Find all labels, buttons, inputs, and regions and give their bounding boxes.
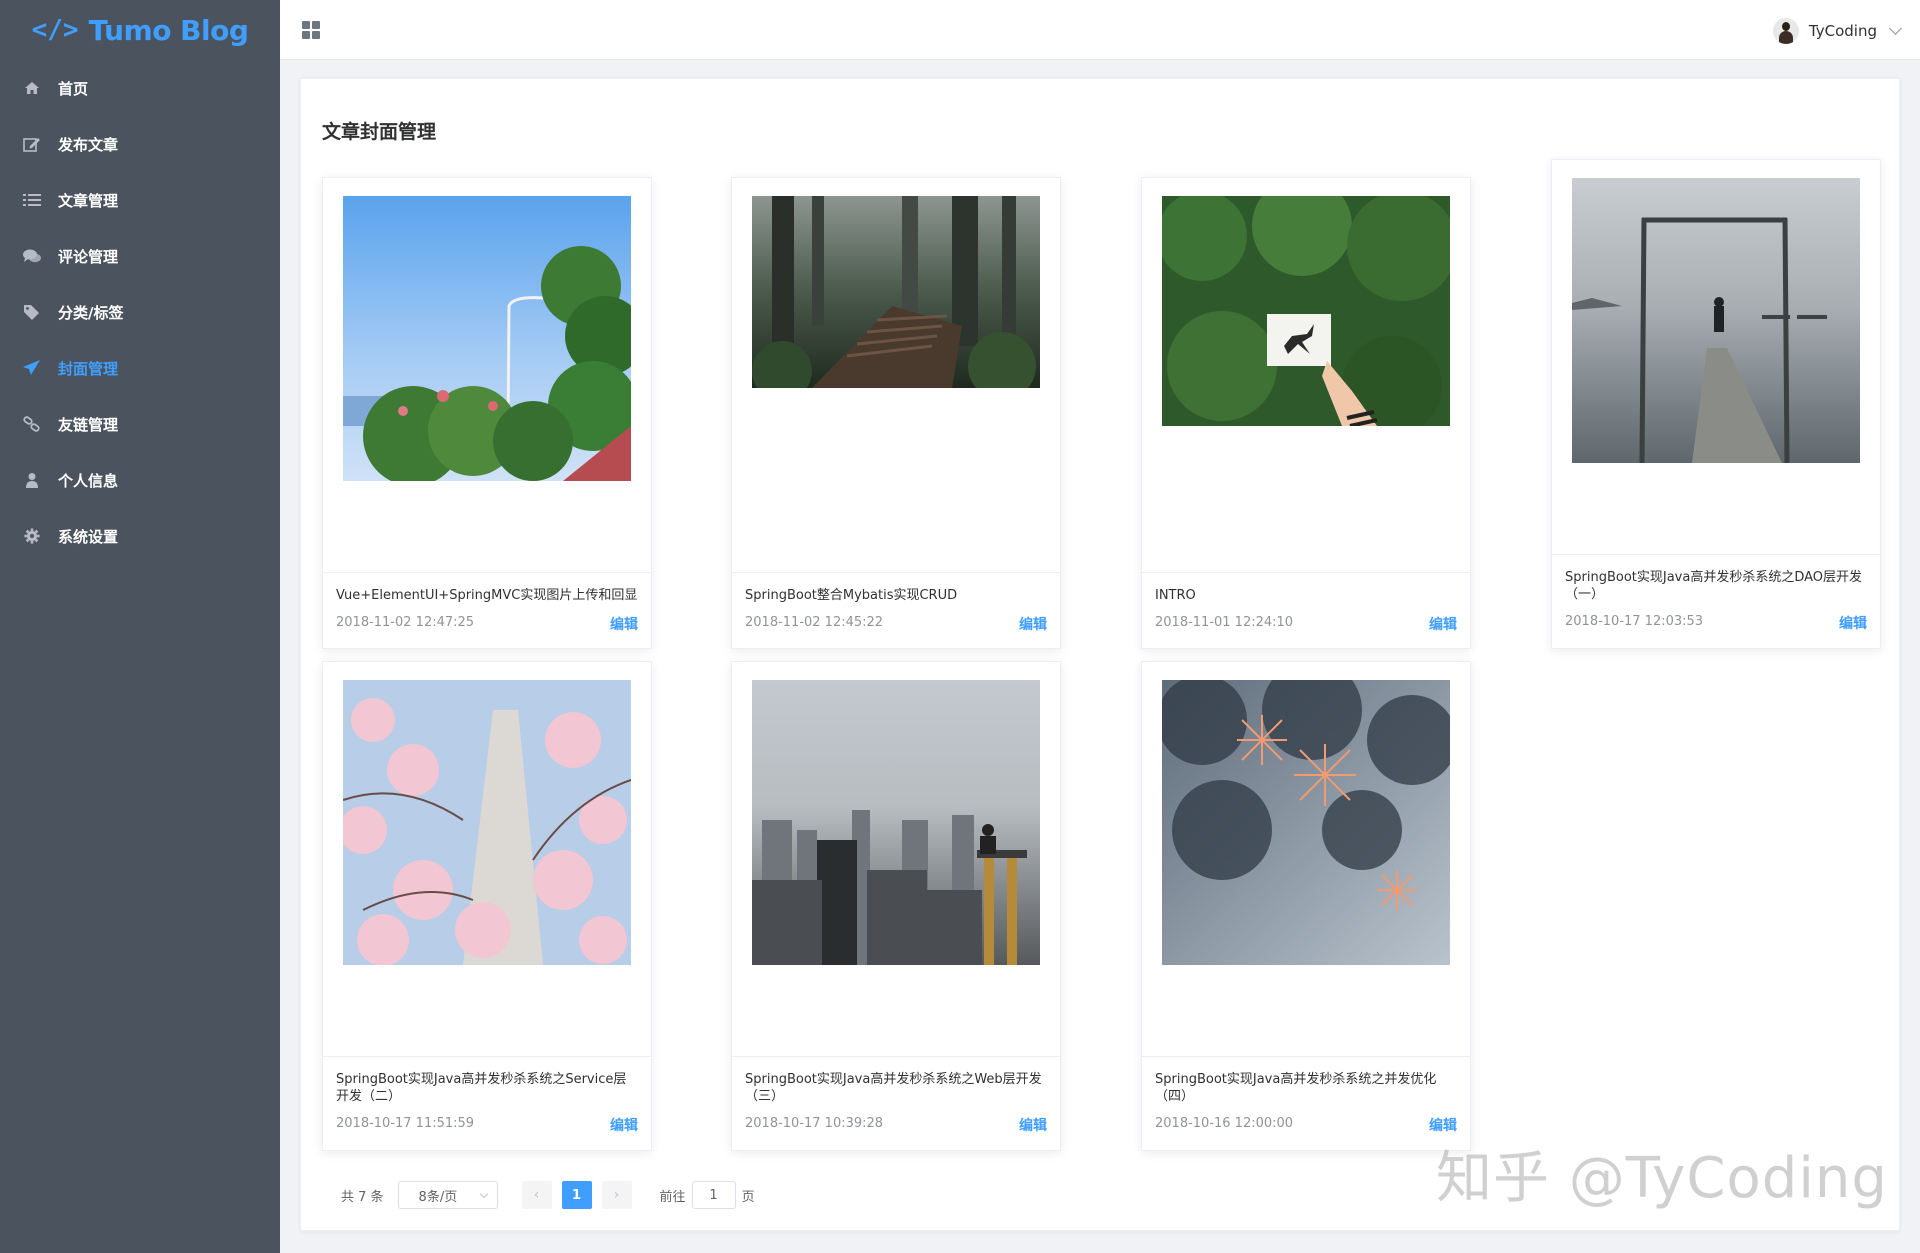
card-date: 2018-10-17 10:39:28 [745, 1116, 884, 1131]
sidebar-item-label: 首页 [58, 79, 89, 98]
sidebar-item-links[interactable]: 友链管理 [0, 396, 280, 452]
cover-card: Vue+ElementUI+SpringMVC实现图片上传和回显 2018-11… [322, 177, 652, 649]
sidebar-item-label: 友链管理 [58, 415, 119, 434]
cover-card: SpringBoot整合Mybatis实现CRUD 2018-11-02 12:… [731, 177, 1061, 649]
cover-image[interactable] [343, 196, 631, 481]
edit-button[interactable]: 编辑 [1019, 1115, 1047, 1135]
card-info: SpringBoot实现Java高并发秒杀系统之并发优化（四） 2018-10-… [1142, 1056, 1470, 1150]
jump-label: 前往 [659, 1189, 686, 1205]
cover-image[interactable] [752, 196, 1040, 388]
cover-image[interactable] [752, 680, 1040, 965]
gear-icon [22, 526, 42, 546]
jump-page-input[interactable] [691, 1181, 736, 1209]
pagination-total: 共 7 条 [341, 1189, 384, 1205]
list-icon [22, 190, 42, 210]
pagination: 共 7 条 8条/页 ‹ 1 › 前往 页 [341, 1181, 755, 1209]
cover-image[interactable] [1162, 680, 1450, 965]
avatar [1772, 18, 1799, 44]
card-title: SpringBoot实现Java高并发秒杀系统之Web层开发（三） [745, 1072, 1042, 1104]
sidebar-menu: 首页 发布文章 文章管理 评论管理 分类/标签 封面管理 友链管理 个人信息 系… [0, 60, 280, 564]
collapse-menu-icon[interactable] [302, 21, 320, 39]
card-title: INTRO [1155, 588, 1196, 603]
card-title: SpringBoot整合Mybatis实现CRUD [745, 588, 958, 603]
sidebar: </> Tumo Blog 首页 发布文章 文章管理 评论管理 分类/标签 封面… [0, 0, 280, 1253]
sidebar-item-label: 文章管理 [58, 191, 119, 210]
app-title: Tumo Blog [88, 13, 249, 47]
sidebar-item-label: 个人信息 [58, 471, 119, 490]
card-info: SpringBoot实现Java高并发秒杀系统之Service层开发（二） 20… [323, 1056, 651, 1150]
chevron-down-icon [479, 1189, 488, 1198]
card-info: SpringBoot整合Mybatis实现CRUD 2018-11-02 12:… [732, 572, 1060, 648]
link-icon [22, 414, 42, 434]
edit-button[interactable]: 编辑 [1019, 614, 1047, 634]
card-title: SpringBoot实现Java高并发秒杀系统之并发优化（四） [1155, 1072, 1437, 1104]
edit-button[interactable]: 编辑 [610, 1115, 638, 1135]
logo[interactable]: </> Tumo Blog [0, 0, 280, 60]
sidebar-item-label: 封面管理 [58, 359, 119, 378]
user-icon [22, 470, 42, 490]
card-info: SpringBoot实现Java高并发秒杀系统之DAO层开发（一） 2018-1… [1552, 554, 1880, 648]
sidebar-item-home[interactable]: 首页 [0, 60, 280, 116]
card-info: INTRO 2018-11-01 12:24:10 编辑 [1142, 572, 1470, 648]
sidebar-item-label: 评论管理 [58, 247, 119, 266]
page-title: 文章封面管理 [322, 121, 437, 143]
cover-management-panel: 文章封面管理 Vue+ElementUI+SpringMVC实现图片上传和回显 … [300, 78, 1900, 1231]
card-date: 2018-10-17 11:51:59 [336, 1116, 475, 1131]
chevron-down-icon [1889, 22, 1902, 35]
card-date: 2018-11-01 12:24:10 [1155, 615, 1294, 630]
code-icon: </> [31, 15, 79, 45]
send-icon [22, 358, 42, 378]
edit-button[interactable]: 编辑 [1429, 614, 1457, 634]
card-title: SpringBoot实现Java高并发秒杀系统之DAO层开发（一） [1565, 570, 1863, 602]
tags-icon [22, 302, 42, 322]
sidebar-item-profile[interactable]: 个人信息 [0, 452, 280, 508]
card-date: 2018-10-16 12:00:00 [1155, 1116, 1294, 1131]
sidebar-item-settings[interactable]: 系统设置 [0, 508, 280, 564]
cover-card: SpringBoot实现Java高并发秒杀系统之并发优化（四） 2018-10-… [1141, 661, 1471, 1151]
cover-image[interactable] [1162, 196, 1450, 426]
comments-icon [22, 246, 42, 266]
card-date: 2018-11-02 12:47:25 [336, 615, 475, 630]
edit-button[interactable]: 编辑 [1429, 1115, 1457, 1135]
sidebar-item-comments[interactable]: 评论管理 [0, 228, 280, 284]
cover-card: SpringBoot实现Java高并发秒杀系统之Service层开发（二） 20… [322, 661, 652, 1151]
sidebar-item-covers[interactable]: 封面管理 [0, 340, 280, 396]
prev-page-button[interactable]: ‹ [521, 1181, 552, 1209]
card-date: 2018-10-17 12:03:53 [1565, 614, 1704, 629]
card-title: SpringBoot实现Java高并发秒杀系统之Service层开发（二） [336, 1072, 627, 1104]
card-info: SpringBoot实现Java高并发秒杀系统之Web层开发（三） 2018-1… [732, 1056, 1060, 1150]
card-info: Vue+ElementUI+SpringMVC实现图片上传和回显 2018-11… [323, 572, 651, 648]
sidebar-item-articles[interactable]: 文章管理 [0, 172, 280, 228]
cover-card: SpringBoot实现Java高并发秒杀系统之Web层开发（三） 2018-1… [731, 661, 1061, 1151]
card-date: 2018-11-02 12:45:22 [745, 615, 884, 630]
card-title: Vue+ElementUI+SpringMVC实现图片上传和回显 [336, 588, 638, 603]
cover-image[interactable] [343, 680, 631, 965]
page-size-value: 8条/页 [418, 1189, 458, 1205]
home-icon [22, 78, 42, 98]
top-header: TyCoding [280, 0, 1920, 60]
page-size-select[interactable]: 8条/页 [397, 1181, 498, 1209]
sidebar-item-categories[interactable]: 分类/标签 [0, 284, 280, 340]
sidebar-item-label: 分类/标签 [58, 303, 124, 322]
user-dropdown[interactable]: TyCoding [1772, 16, 1902, 46]
sidebar-item-publish[interactable]: 发布文章 [0, 116, 280, 172]
edit-button[interactable]: 编辑 [1839, 613, 1867, 633]
cover-card: SpringBoot实现Java高并发秒杀系统之DAO层开发（一） 2018-1… [1551, 159, 1881, 649]
page-number-current[interactable]: 1 [561, 1181, 592, 1209]
edit-icon [22, 134, 42, 154]
jump-suffix: 页 [741, 1189, 755, 1205]
next-page-button[interactable]: › [601, 1181, 632, 1209]
cover-image[interactable] [1572, 178, 1860, 463]
sidebar-item-label: 系统设置 [58, 527, 119, 546]
edit-button[interactable]: 编辑 [610, 614, 638, 634]
sidebar-item-label: 发布文章 [58, 135, 119, 154]
cover-card: INTRO 2018-11-01 12:24:10 编辑 [1141, 177, 1471, 649]
user-name: TyCoding [1808, 22, 1877, 40]
watermark: 知乎 @TyCoding [1436, 1146, 1888, 1211]
